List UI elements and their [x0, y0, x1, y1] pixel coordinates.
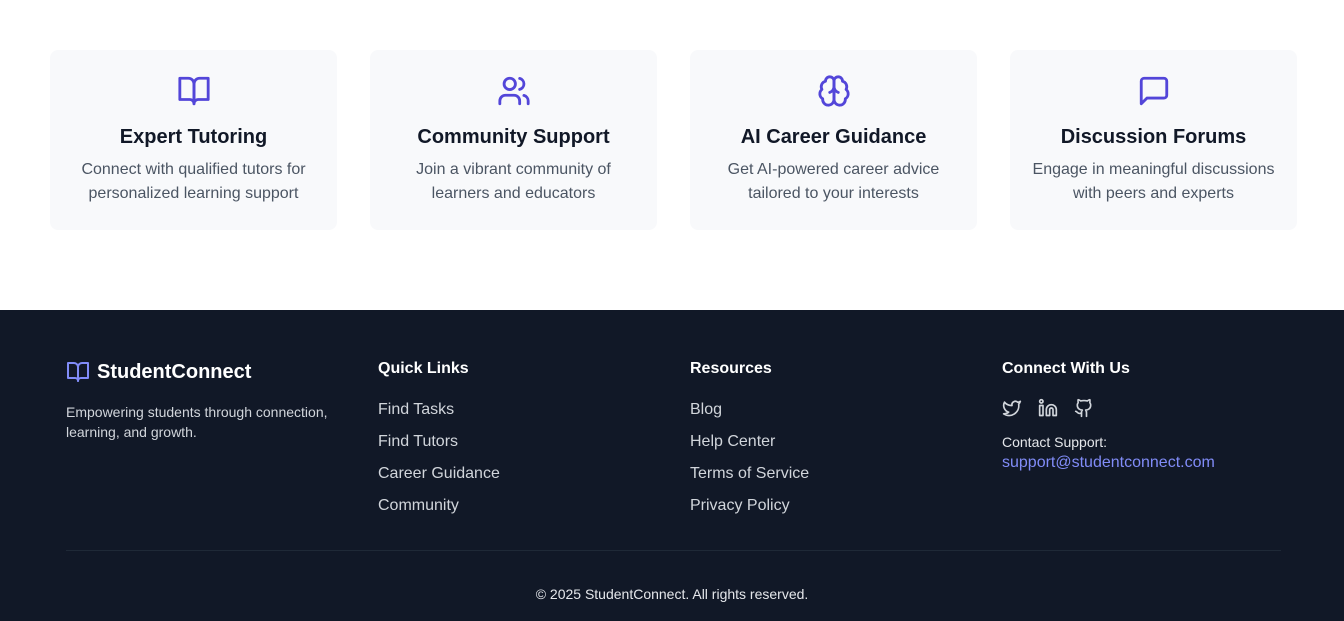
feature-description: Engage in meaningful discussions with pe…	[1032, 161, 1275, 202]
contact-support-label: Contact Support:	[1002, 434, 1108, 450]
users-icon	[497, 74, 531, 108]
link-help-center[interactable]: Help Center	[690, 433, 775, 450]
feature-card-ai-career-guidance: AI Career Guidance Get AI-powered career…	[690, 50, 977, 230]
linkedin-icon[interactable]	[1038, 398, 1058, 418]
copyright-text: © 2025 StudentConnect. All rights reserv…	[535, 586, 809, 602]
link-privacy-policy[interactable]: Privacy Policy	[690, 497, 790, 514]
connect-column: Connect With Us Contact Support: support…	[1002, 360, 1215, 472]
site-footer: StudentConnect Empowering students throu…	[0, 310, 1344, 621]
link-community[interactable]: Community	[378, 497, 459, 514]
link-career-guidance[interactable]: Career Guidance	[378, 465, 500, 482]
feature-card-expert-tutoring: Expert Tutoring Connect with qualified t…	[50, 50, 337, 230]
feature-title: Discussion Forums	[1060, 126, 1247, 148]
feature-card-community-support: Community Support Join a vibrant communi…	[370, 50, 657, 230]
feature-title: AI Career Guidance	[740, 126, 927, 148]
book-open-icon	[177, 74, 211, 108]
link-blog[interactable]: Blog	[690, 401, 722, 418]
link-find-tasks[interactable]: Find Tasks	[378, 401, 454, 418]
feature-title: Expert Tutoring	[119, 126, 268, 148]
feature-description: Get AI-powered career advice tailored to…	[727, 161, 940, 202]
brand-name: StudentConnect	[97, 360, 252, 383]
quick-links-heading: Quick Links	[378, 360, 469, 377]
connect-heading: Connect With Us	[1002, 360, 1130, 377]
social-links	[1002, 398, 1215, 418]
link-terms-of-service[interactable]: Terms of Service	[690, 465, 809, 482]
support-email-link[interactable]: support@studentconnect.com	[1002, 454, 1215, 472]
book-open-icon	[66, 360, 90, 384]
feature-description: Join a vibrant community of learners and…	[416, 161, 611, 202]
footer-divider	[66, 550, 1281, 551]
feature-description: Connect with qualified tutors for person…	[81, 161, 306, 202]
footer-brand[interactable]: StudentConnect	[66, 360, 251, 384]
github-icon[interactable]	[1074, 398, 1094, 418]
message-square-icon	[1137, 74, 1171, 108]
resources-heading: Resources	[690, 360, 772, 377]
link-find-tutors[interactable]: Find Tutors	[378, 433, 458, 450]
quick-links-column: Quick Links Find Tasks Find Tutors Caree…	[378, 360, 500, 528]
footer-tagline: Empowering students through connection, …	[66, 404, 328, 440]
resources-column: Resources Blog Help Center Terms of Serv…	[690, 360, 809, 528]
brain-icon	[817, 74, 851, 108]
twitter-icon[interactable]	[1002, 398, 1022, 418]
feature-title: Community Support	[417, 126, 610, 148]
feature-card-discussion-forums: Discussion Forums Engage in meaningful d…	[1010, 50, 1297, 230]
features-section: Expert Tutoring Connect with qualified t…	[0, 0, 1344, 310]
